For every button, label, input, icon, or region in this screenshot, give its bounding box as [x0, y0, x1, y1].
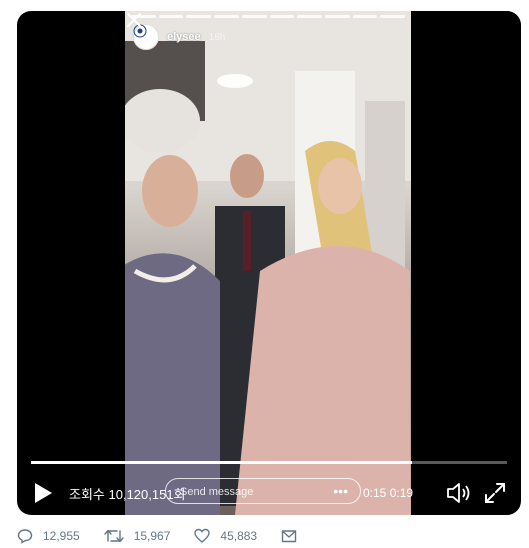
story-header: elysee 18h	[133, 24, 225, 50]
retweet-button[interactable]: 15,967	[104, 528, 171, 544]
tweet-actions: 12,955 15,967 45,883	[17, 526, 331, 546]
volume-icon[interactable]	[446, 481, 472, 505]
fullscreen-icon[interactable]	[484, 482, 506, 504]
player-controls: 조회수 10,120,151회 0:15 0:19	[17, 451, 521, 515]
story-progress-segments	[131, 15, 406, 18]
scrub-progress	[31, 461, 412, 464]
reply-icon	[17, 529, 33, 544]
retweet-count: 15,967	[133, 529, 171, 543]
play-icon[interactable]	[33, 482, 53, 504]
duration-time: 0:19	[389, 486, 414, 500]
retweet-icon	[104, 529, 124, 543]
story-frame: elysee 18h Send message •••	[125, 11, 411, 515]
view-count: 조회수 10,120,151회	[69, 487, 186, 502]
like-button[interactable]: 45,883	[194, 528, 257, 544]
timecode: 0:15 0:19	[363, 486, 413, 500]
story-scene	[125, 11, 411, 515]
story-time: 18h	[208, 31, 226, 43]
like-icon	[194, 528, 211, 543]
like-count: 45,883	[220, 529, 258, 543]
reply-count: 12,955	[43, 529, 80, 543]
reply-button[interactable]: 12,955	[17, 528, 80, 544]
share-icon	[281, 530, 297, 543]
elapsed-time: 0:15	[363, 486, 387, 500]
video-player[interactable]: elysee 18h Send message ••• 조회수 10,120,1…	[17, 11, 521, 515]
close-icon[interactable]	[125, 11, 143, 29]
scrub-bar[interactable]	[31, 461, 507, 464]
share-button[interactable]	[281, 528, 307, 544]
story-username[interactable]: elysee	[167, 31, 201, 43]
